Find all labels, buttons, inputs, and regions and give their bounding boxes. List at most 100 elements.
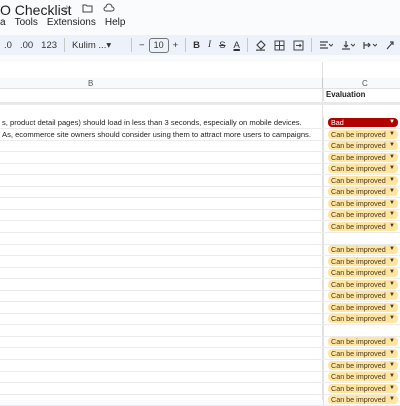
table-row	[0, 324, 400, 337]
evaluation-dropdown-chip[interactable]: Can be improved ▼	[328, 245, 398, 255]
dropdown-arrow-icon: ▼	[389, 384, 395, 391]
text-rotation-icon[interactable]	[381, 36, 399, 54]
evaluation-dropdown-chip[interactable]: Can be improved ▼	[328, 141, 398, 151]
column-header-row: B C	[0, 78, 400, 89]
evaluation-cell[interactable]: Can be improved ▼	[323, 140, 400, 152]
header-divider	[0, 102, 400, 105]
decrease-decimal-button[interactable]: .0	[0, 36, 16, 54]
menu-item-extensions[interactable]: Extensions	[47, 17, 96, 31]
evaluation-dropdown-chip[interactable]: Can be improved ▼	[328, 302, 398, 312]
increase-decimal-button[interactable]: .00	[16, 36, 37, 54]
cloud-saved-icon[interactable]	[103, 3, 115, 16]
evaluation-dropdown-chip[interactable]: Can be improved ▼	[328, 198, 398, 208]
evaluation-cell[interactable]: Can be improved ▼	[323, 186, 400, 198]
evaluation-dropdown-chip[interactable]: Can be improved ▼	[328, 291, 398, 301]
evaluation-cell[interactable]: Can be improved ▼	[323, 128, 400, 140]
number-format-button[interactable]: 123	[37, 36, 61, 54]
table-row: s, product detail pages) should load in …	[0, 117, 400, 129]
font-size-increase-button[interactable]: +	[169, 36, 183, 54]
evaluation-cell[interactable]: Can be improved ▼	[323, 163, 400, 175]
menu-item-tools[interactable]: Tools	[15, 17, 38, 31]
evaluation-label: Can be improved	[331, 337, 386, 347]
fill-color-icon[interactable]	[251, 36, 270, 54]
dropdown-arrow-icon: ▼	[389, 222, 395, 229]
toolbar-divider	[310, 38, 312, 52]
evaluation-dropdown-chip[interactable]: Bad ▼	[328, 118, 398, 127]
evaluation-cell[interactable]: Can be improved ▼	[323, 151, 400, 163]
table-row: Can be improved ▼	[0, 140, 400, 153]
document-title[interactable]: O Checklist	[0, 2, 72, 18]
evaluation-cell[interactable]: Can be improved ▼	[323, 313, 400, 325]
dropdown-arrow-icon: ▼	[389, 142, 395, 149]
move-to-folder-icon[interactable]	[82, 3, 93, 16]
column-header-c[interactable]: C	[362, 79, 368, 88]
checklist-item-cell[interactable]: s, product detail pages) should load in …	[2, 118, 320, 127]
menu-item-data[interactable]: a	[0, 17, 6, 31]
dropdown-arrow-icon: ▼	[389, 176, 395, 183]
italic-button[interactable]: I	[204, 36, 215, 54]
evaluation-dropdown-chip[interactable]: Can be improved ▼	[328, 337, 398, 347]
evaluation-label: Can be improved	[331, 175, 386, 185]
dropdown-arrow-icon: ▼	[389, 303, 395, 310]
evaluation-label: Can be improved	[331, 129, 386, 139]
menu-item-help[interactable]: Help	[105, 17, 126, 31]
evaluation-cell[interactable]: Can be improved ▼	[323, 348, 400, 359]
evaluation-cell[interactable]: Can be improved ▼	[323, 371, 400, 383]
evaluation-cell[interactable]: Can be improved ▼	[323, 267, 400, 279]
evaluation-cell[interactable]: Can be improved ▼	[323, 220, 400, 232]
evaluation-dropdown-chip[interactable]: Can be improved ▼	[328, 372, 398, 382]
evaluation-dropdown-chip[interactable]: Can be improved ▼	[328, 279, 398, 289]
evaluation-cell[interactable]: Can be improved ▼	[323, 255, 400, 267]
table-row: Can be improved ▼	[0, 267, 400, 280]
evaluation-dropdown-chip[interactable]: Can be improved ▼	[328, 383, 398, 393]
font-select[interactable]: Kulim ... ▾	[68, 36, 128, 54]
merge-cells-icon[interactable]	[289, 36, 308, 54]
evaluation-dropdown-chip[interactable]: Can be improved ▼	[328, 349, 398, 358]
evaluation-cell[interactable]	[323, 324, 400, 336]
evaluation-dropdown-chip[interactable]: Can be improved ▼	[328, 314, 398, 324]
strikethrough-button[interactable]: S	[215, 36, 229, 54]
evaluation-cell[interactable]: Can be improved ▼	[323, 209, 400, 221]
font-size-decrease-button[interactable]: −	[135, 36, 149, 54]
evaluation-cell[interactable]: Can be improved ▼	[323, 336, 400, 348]
evaluation-dropdown-chip[interactable]: Can be improved ▼	[328, 256, 398, 266]
evaluation-dropdown-chip[interactable]: Can be improved ▼	[328, 129, 398, 139]
evaluation-cell[interactable]: Can be improved ▼	[323, 382, 400, 394]
evaluation-dropdown-chip[interactable]: Can be improved ▼	[328, 221, 398, 231]
evaluation-dropdown-chip[interactable]: Can be improved ▼	[328, 210, 398, 220]
evaluation-cell[interactable]: Can be improved ▼	[323, 244, 400, 256]
star-icon[interactable]: ☆	[62, 3, 72, 16]
evaluation-dropdown-chip[interactable]: Can be improved ▼	[328, 268, 398, 278]
evaluation-cell[interactable]: Can be improved ▼	[323, 174, 400, 186]
evaluation-cell[interactable]: Can be improved ▼	[323, 359, 400, 371]
dropdown-arrow-icon: ▼	[389, 257, 395, 264]
evaluation-dropdown-chip[interactable]: Can be improved ▼	[328, 152, 398, 162]
checklist-item-cell[interactable]: As, ecommerce site owners should conside…	[2, 130, 320, 139]
evaluation-cell[interactable]: Can be improved ▼	[323, 290, 400, 302]
borders-icon[interactable]	[270, 36, 289, 54]
table-row: Can be improved ▼	[0, 394, 400, 406]
text-wrap-icon[interactable]	[359, 36, 381, 54]
dropdown-arrow-icon: ▼	[389, 280, 395, 287]
evaluation-dropdown-chip[interactable]: Can be improved ▼	[328, 187, 398, 197]
evaluation-cell[interactable]	[323, 232, 400, 244]
evaluation-label: Can be improved	[331, 349, 386, 358]
evaluation-cell[interactable]: Can be improved ▼	[323, 197, 400, 209]
evaluation-label: Bad	[331, 118, 344, 127]
evaluation-dropdown-chip[interactable]: Can be improved ▼	[328, 175, 398, 185]
column-header-b[interactable]: B	[88, 79, 93, 88]
evaluation-dropdown-chip[interactable]: Can be improved ▼	[328, 360, 398, 370]
evaluation-cell[interactable]: Can be improved ▼	[323, 301, 400, 313]
bold-button[interactable]: B	[189, 36, 204, 54]
dropdown-arrow-icon: ▼	[389, 246, 395, 253]
evaluation-header-cell[interactable]: Evaluation	[323, 89, 400, 101]
evaluation-cell[interactable]: Bad ▼	[323, 117, 400, 128]
horizontal-align-icon[interactable]	[315, 36, 337, 54]
evaluation-dropdown-chip[interactable]: Can be improved ▼	[328, 164, 398, 174]
vertical-align-icon[interactable]	[337, 36, 359, 54]
font-size-input[interactable]: 10	[148, 37, 169, 53]
evaluation-cell[interactable]: Can be improved ▼	[323, 278, 400, 290]
text-color-button[interactable]: A	[230, 36, 244, 54]
evaluation-label: Can be improved	[331, 198, 386, 208]
evaluation-label: Can be improved	[331, 210, 386, 220]
